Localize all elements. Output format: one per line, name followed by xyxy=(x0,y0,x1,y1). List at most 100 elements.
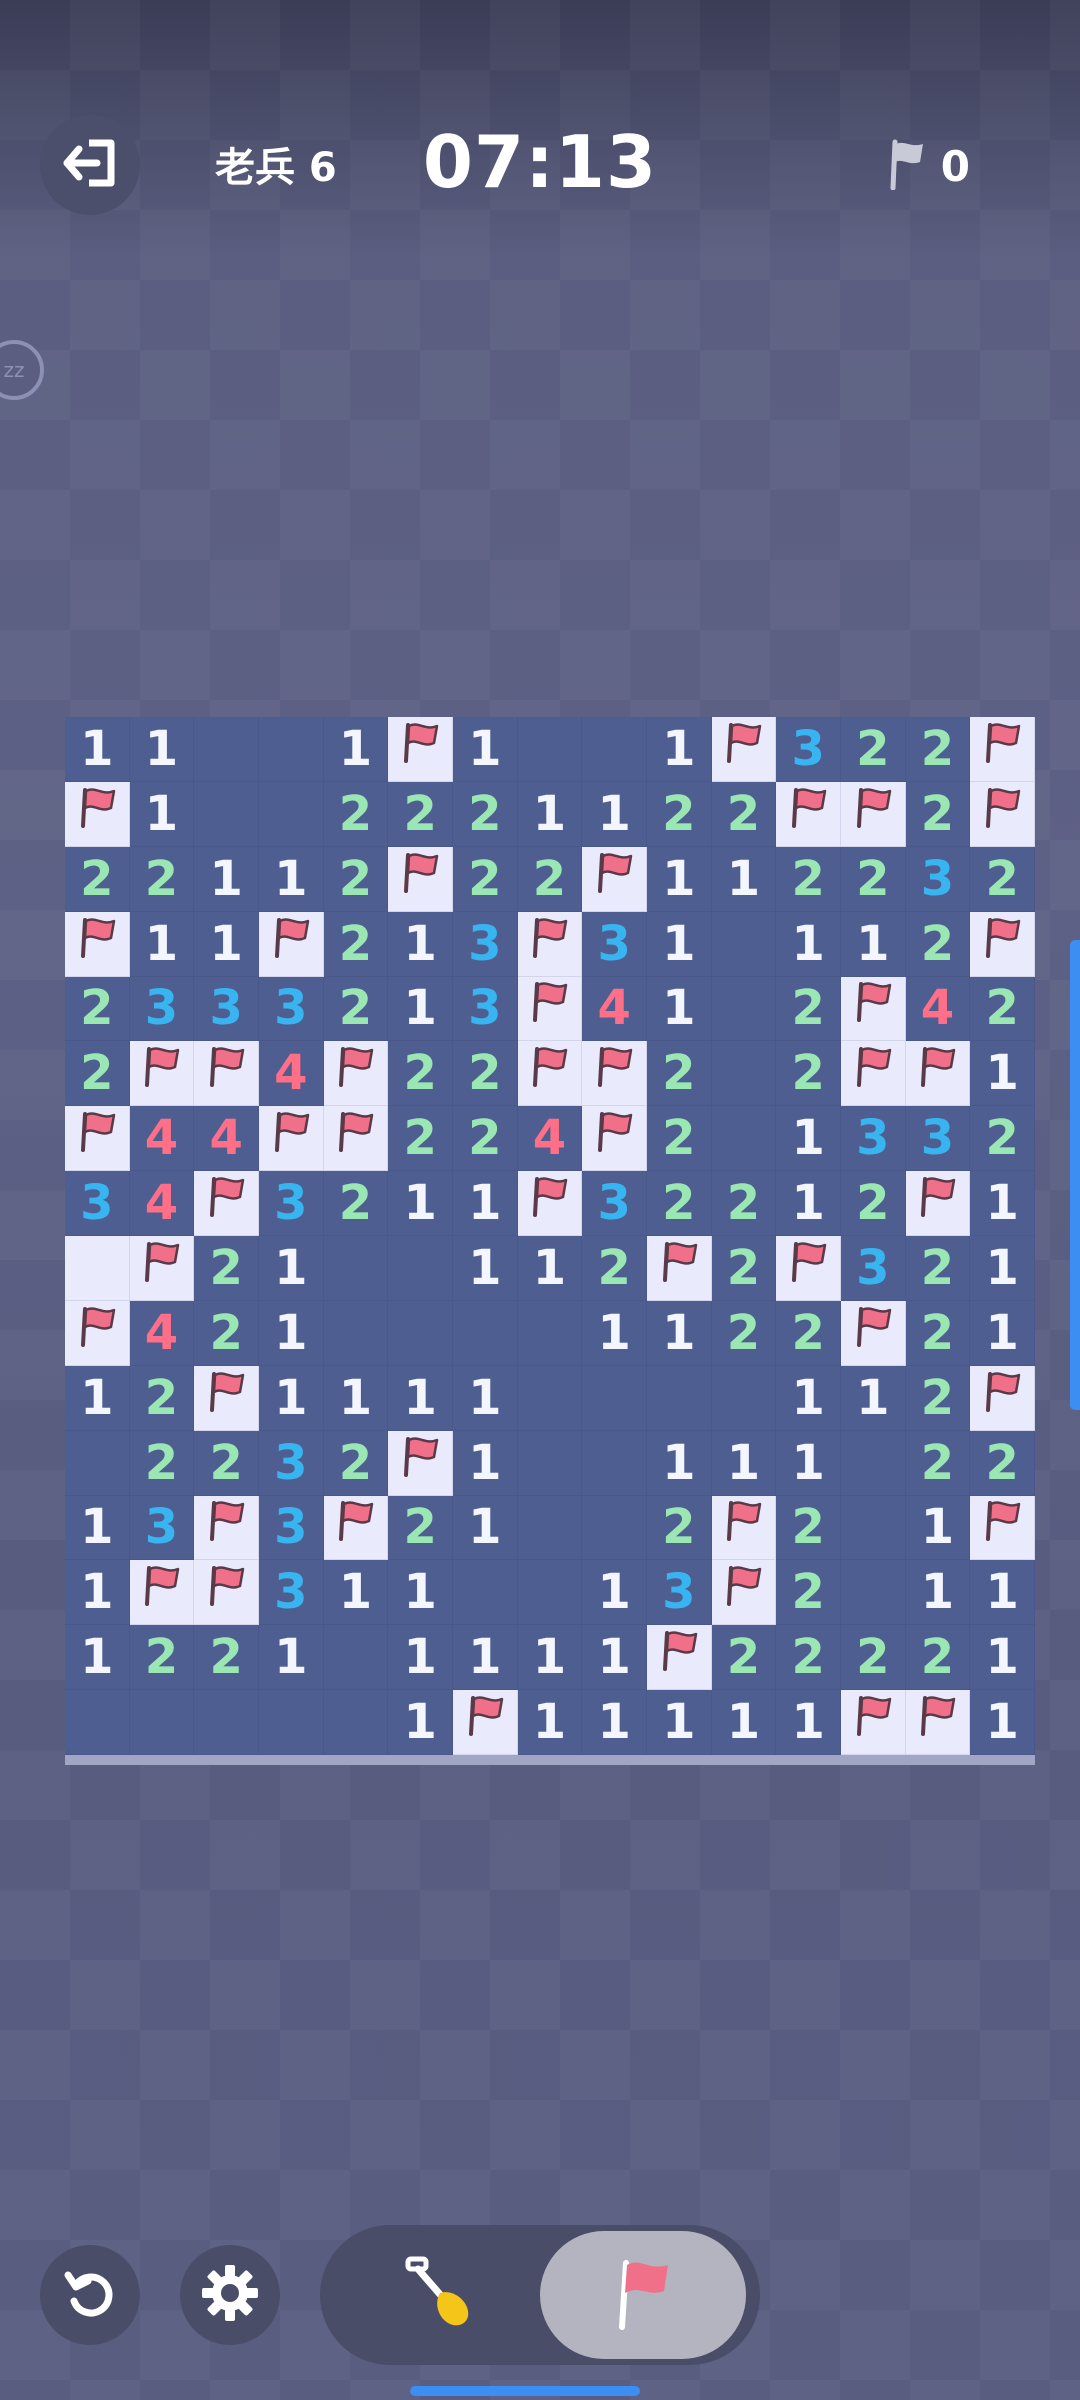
flagged-cell[interactable] xyxy=(841,1300,906,1366)
number-cell[interactable]: 1 xyxy=(453,1365,518,1431)
dig-mode-button[interactable] xyxy=(340,2235,540,2355)
number-cell[interactable]: 1 xyxy=(582,781,647,847)
number-cell[interactable]: 1 xyxy=(388,1690,453,1755)
number-cell[interactable]: 2 xyxy=(776,1300,841,1366)
flagged-cell[interactable] xyxy=(905,1041,971,1107)
empty-cell[interactable] xyxy=(194,1690,259,1755)
number-cell[interactable]: 2 xyxy=(194,1625,259,1691)
number-cell[interactable]: 1 xyxy=(453,1625,518,1691)
empty-cell[interactable] xyxy=(711,911,777,977)
number-cell[interactable]: 2 xyxy=(776,976,841,1042)
flagged-cell[interactable] xyxy=(517,911,583,977)
number-cell[interactable]: 1 xyxy=(647,1300,712,1366)
number-cell[interactable]: 2 xyxy=(905,717,971,782)
number-cell[interactable]: 1 xyxy=(841,911,906,977)
number-cell[interactable]: 1 xyxy=(323,1365,389,1431)
empty-cell[interactable] xyxy=(517,1365,583,1431)
empty-cell[interactable] xyxy=(388,1300,453,1366)
number-cell[interactable]: 3 xyxy=(647,1560,712,1626)
flagged-cell[interactable] xyxy=(194,1171,259,1236)
flagged-cell[interactable] xyxy=(194,1365,259,1431)
flagged-cell[interactable] xyxy=(841,1041,906,1107)
number-cell[interactable]: 2 xyxy=(323,976,389,1042)
number-cell[interactable]: 1 xyxy=(711,846,777,912)
flagged-cell[interactable] xyxy=(582,1106,647,1172)
flagged-cell[interactable] xyxy=(388,846,453,912)
number-cell[interactable]: 2 xyxy=(388,781,453,847)
number-cell[interactable]: 1 xyxy=(517,1690,583,1755)
settings-button[interactable] xyxy=(180,2245,280,2345)
number-cell[interactable]: 2 xyxy=(647,781,712,847)
flagged-cell[interactable] xyxy=(323,1106,389,1172)
number-cell[interactable]: 1 xyxy=(647,911,712,977)
empty-cell[interactable] xyxy=(647,1365,712,1431)
flagged-cell[interactable] xyxy=(129,1236,195,1301)
number-cell[interactable]: 2 xyxy=(905,1365,971,1431)
number-cell[interactable]: 1 xyxy=(582,1690,647,1755)
number-cell[interactable]: 2 xyxy=(453,1106,518,1172)
number-cell[interactable]: 3 xyxy=(129,976,195,1042)
number-cell[interactable]: 1 xyxy=(388,1560,453,1626)
number-cell[interactable]: 1 xyxy=(65,1365,130,1431)
number-cell[interactable]: 2 xyxy=(453,846,518,912)
number-cell[interactable]: 4 xyxy=(259,1041,324,1107)
undo-button[interactable] xyxy=(40,2245,140,2345)
number-cell[interactable]: 2 xyxy=(711,1171,777,1236)
number-cell[interactable]: 1 xyxy=(970,1041,1035,1107)
number-cell[interactable]: 1 xyxy=(776,1430,841,1496)
number-cell[interactable]: 2 xyxy=(776,1495,841,1561)
number-cell[interactable]: 3 xyxy=(65,1171,130,1236)
number-cell[interactable]: 3 xyxy=(259,1495,324,1561)
number-cell[interactable]: 1 xyxy=(905,1560,971,1626)
empty-cell[interactable] xyxy=(453,1300,518,1366)
empty-cell[interactable] xyxy=(194,781,259,847)
flagged-cell[interactable] xyxy=(582,846,647,912)
number-cell[interactable]: 1 xyxy=(129,781,195,847)
number-cell[interactable]: 2 xyxy=(323,846,389,912)
number-cell[interactable]: 2 xyxy=(905,1430,971,1496)
flagged-cell[interactable] xyxy=(517,1171,583,1236)
number-cell[interactable]: 1 xyxy=(582,1300,647,1366)
empty-cell[interactable] xyxy=(323,1690,389,1755)
empty-cell[interactable] xyxy=(323,1625,389,1691)
number-cell[interactable]: 1 xyxy=(65,1495,130,1561)
flagged-cell[interactable] xyxy=(453,1690,518,1755)
empty-cell[interactable] xyxy=(711,1106,777,1172)
empty-cell[interactable] xyxy=(323,1300,389,1366)
number-cell[interactable]: 2 xyxy=(905,781,971,847)
flagged-cell[interactable] xyxy=(129,1041,195,1107)
flagged-cell[interactable] xyxy=(711,1560,777,1626)
empty-cell[interactable] xyxy=(841,1495,906,1561)
number-cell[interactable]: 1 xyxy=(776,1106,841,1172)
flagged-cell[interactable] xyxy=(711,717,777,782)
empty-cell[interactable] xyxy=(517,717,583,782)
flagged-cell[interactable] xyxy=(841,781,906,847)
flagged-cell[interactable] xyxy=(388,1430,453,1496)
number-cell[interactable]: 2 xyxy=(65,846,130,912)
empty-cell[interactable] xyxy=(259,1690,324,1755)
empty-cell[interactable] xyxy=(517,1430,583,1496)
number-cell[interactable]: 2 xyxy=(129,1430,195,1496)
number-cell[interactable]: 1 xyxy=(388,1625,453,1691)
number-cell[interactable]: 2 xyxy=(970,1106,1035,1172)
number-cell[interactable]: 4 xyxy=(194,1106,259,1172)
number-cell[interactable]: 3 xyxy=(905,846,971,912)
scroll-indicator[interactable] xyxy=(1070,940,1080,1410)
empty-cell[interactable] xyxy=(388,1236,453,1301)
number-cell[interactable]: 2 xyxy=(129,1625,195,1691)
number-cell[interactable]: 1 xyxy=(970,1625,1035,1691)
number-cell[interactable]: 2 xyxy=(129,846,195,912)
number-cell[interactable]: 1 xyxy=(970,1300,1035,1366)
number-cell[interactable]: 4 xyxy=(129,1171,195,1236)
number-cell[interactable]: 3 xyxy=(841,1106,906,1172)
empty-cell[interactable] xyxy=(129,1690,195,1755)
number-cell[interactable]: 2 xyxy=(323,911,389,977)
number-cell[interactable]: 2 xyxy=(453,1041,518,1107)
number-cell[interactable]: 1 xyxy=(647,846,712,912)
number-cell[interactable]: 1 xyxy=(711,1430,777,1496)
number-cell[interactable]: 1 xyxy=(388,976,453,1042)
number-cell[interactable]: 1 xyxy=(776,1690,841,1755)
number-cell[interactable]: 2 xyxy=(776,846,841,912)
number-cell[interactable]: 2 xyxy=(776,1560,841,1626)
number-cell[interactable]: 1 xyxy=(517,781,583,847)
